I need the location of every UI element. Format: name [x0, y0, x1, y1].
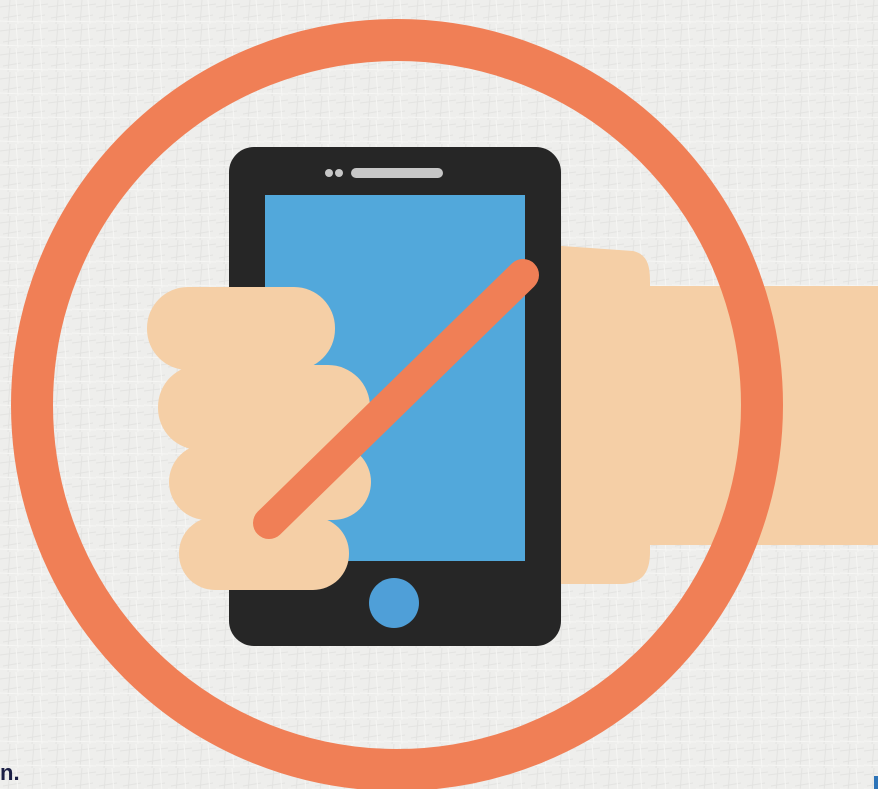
no-phone-illustration: n. — [0, 0, 878, 789]
wrist-icon — [548, 245, 878, 584]
prohibition-graphic — [0, 0, 878, 789]
speaker-icon — [351, 168, 443, 178]
cropped-blue-mark — [874, 776, 878, 789]
home-button-icon — [369, 578, 419, 628]
cropped-caption-fragment: n. — [0, 760, 20, 785]
